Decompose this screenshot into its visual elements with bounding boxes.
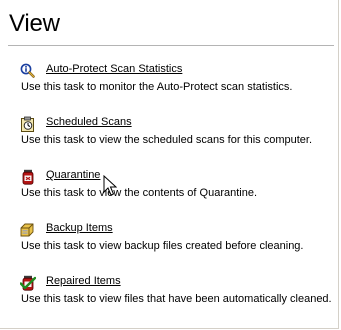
auto-protect-scan-statistics-link[interactable]: Auto-Protect Scan Statistics — [46, 63, 182, 76]
quarantine-jar-icon[interactable] — [20, 169, 36, 185]
task-auto-protect-scan-statistics: Auto-Protect Scan Statistics Use this ta… — [20, 63, 338, 93]
backup-items-link[interactable]: Backup Items — [46, 222, 113, 235]
backup-folder-icon[interactable] — [20, 222, 36, 238]
task-repaired-items: Repaired Items Use this task to view fil… — [19, 275, 338, 305]
quarantine-link[interactable]: Quarantine — [46, 169, 100, 182]
scheduled-clipboard-icon[interactable] — [20, 116, 36, 132]
task-backup-items: Backup Items Use this task to view backu… — [20, 222, 338, 252]
task-quarantine: Quarantine Use this task to view the con… — [20, 169, 338, 199]
auto-protect-scan-statistics-description: Use this task to monitor the Auto-Protec… — [21, 81, 293, 93]
title-divider — [8, 45, 334, 46]
scheduled-scans-description: Use this task to view the scheduled scan… — [21, 134, 313, 146]
page-title: View — [9, 10, 60, 37]
info-magnifier-icon[interactable] — [20, 63, 36, 79]
repaired-items-description: Use this task to view files that have be… — [21, 293, 332, 305]
repaired-checkmark-icon[interactable] — [19, 275, 37, 291]
backup-items-description: Use this task to view backup files creat… — [21, 240, 304, 252]
view-panel: View Auto-Protect Scan Statistics Use th… — [0, 0, 339, 329]
quarantine-description: Use this task to view the contents of Qu… — [21, 187, 258, 199]
mouse-cursor-icon — [103, 175, 117, 196]
scheduled-scans-link[interactable]: Scheduled Scans — [46, 116, 132, 129]
task-scheduled-scans: Scheduled Scans Use this task to view th… — [20, 116, 338, 146]
repaired-items-link[interactable]: Repaired Items — [46, 275, 121, 288]
